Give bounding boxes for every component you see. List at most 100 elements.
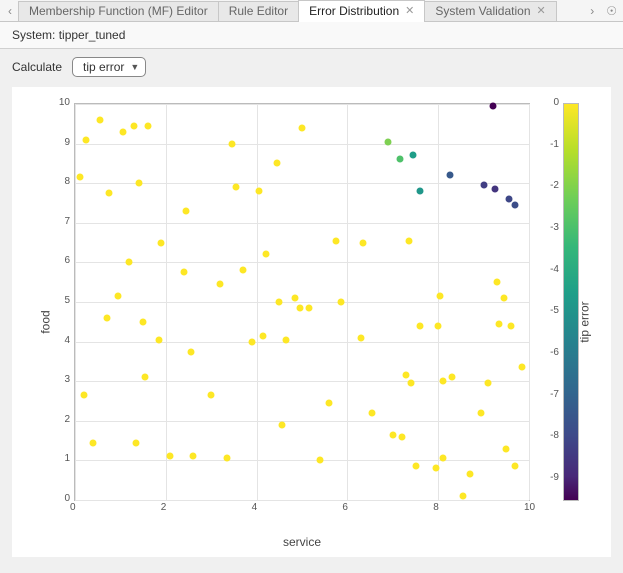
- data-point: [389, 431, 396, 438]
- data-point: [260, 332, 267, 339]
- tab-system-validation[interactable]: System Validation ✕: [424, 1, 556, 21]
- data-point: [496, 320, 503, 327]
- tab-mf-editor[interactable]: Membership Function (MF) Editor: [18, 1, 219, 21]
- data-point: [283, 336, 290, 343]
- colorbar: [563, 103, 579, 501]
- colorbar-label: tip error: [577, 301, 591, 342]
- calculate-label: Calculate: [12, 60, 62, 74]
- data-point: [439, 378, 446, 385]
- data-point: [96, 116, 103, 123]
- data-point: [131, 122, 138, 129]
- data-point: [360, 239, 367, 246]
- y-tick: 10: [56, 97, 70, 108]
- tab-rule-editor[interactable]: Rule Editor: [218, 1, 299, 21]
- data-point: [255, 188, 262, 195]
- data-point: [119, 128, 126, 135]
- data-point: [326, 399, 333, 406]
- y-tick: 5: [56, 295, 70, 306]
- data-point: [417, 188, 424, 195]
- y-tick: 8: [56, 176, 70, 187]
- data-point: [187, 348, 194, 355]
- data-point: [299, 124, 306, 131]
- data-point: [480, 182, 487, 189]
- data-point: [106, 190, 113, 197]
- tab-scroll-left-icon[interactable]: ‹: [2, 4, 18, 18]
- data-point: [448, 374, 455, 381]
- tab-label: System Validation: [435, 1, 530, 21]
- data-point: [446, 172, 453, 179]
- tab-error-distribution[interactable]: Error Distribution ✕: [298, 0, 425, 22]
- y-tick: 1: [56, 453, 70, 464]
- data-point: [292, 295, 299, 302]
- system-prefix: System:: [12, 28, 55, 42]
- y-tick: 4: [56, 335, 70, 346]
- data-point: [190, 453, 197, 460]
- colorbar-tick: -8: [550, 430, 559, 441]
- data-point: [460, 493, 467, 500]
- data-point: [317, 457, 324, 464]
- chart-panel: food service tip error 02468100123456789…: [12, 87, 611, 557]
- data-point: [439, 455, 446, 462]
- data-point: [76, 174, 83, 181]
- x-tick: 0: [70, 502, 76, 513]
- data-point: [412, 463, 419, 470]
- x-tick: 4: [252, 502, 258, 513]
- controls-row: Calculate tip error ▼: [0, 49, 623, 87]
- data-point: [278, 421, 285, 428]
- y-tick: 7: [56, 216, 70, 227]
- data-point: [217, 281, 224, 288]
- data-point: [90, 439, 97, 446]
- tab-bar: ‹ Membership Function (MF) Editor Rule E…: [0, 0, 623, 22]
- data-point: [503, 445, 510, 452]
- system-name: tipper_tuned: [59, 28, 126, 42]
- y-tick: 3: [56, 374, 70, 385]
- close-icon[interactable]: ✕: [537, 1, 546, 21]
- data-point: [417, 322, 424, 329]
- tab-label: Rule Editor: [229, 1, 288, 21]
- close-icon[interactable]: ✕: [405, 1, 414, 21]
- data-point: [478, 409, 485, 416]
- colorbar-tick: -1: [550, 139, 559, 150]
- data-point: [512, 201, 519, 208]
- calculate-select[interactable]: tip error ▼: [72, 57, 146, 77]
- tab-menu-icon[interactable]: ☉: [606, 4, 617, 18]
- select-value: tip error: [83, 60, 124, 74]
- y-tick: 0: [56, 493, 70, 504]
- data-point: [489, 102, 496, 109]
- data-point: [144, 122, 151, 129]
- data-point: [239, 267, 246, 274]
- colorbar-tick: -5: [550, 305, 559, 316]
- tab-scroll-right-icon[interactable]: ›: [584, 4, 600, 18]
- data-point: [337, 299, 344, 306]
- tab-label: Membership Function (MF) Editor: [29, 1, 208, 21]
- data-point: [494, 279, 501, 286]
- data-point: [133, 439, 140, 446]
- data-point: [158, 239, 165, 246]
- data-point: [262, 251, 269, 258]
- data-point: [249, 338, 256, 345]
- x-tick: 2: [161, 502, 167, 513]
- data-point: [466, 471, 473, 478]
- data-point: [167, 453, 174, 460]
- data-point: [103, 314, 110, 321]
- data-point: [135, 180, 142, 187]
- data-point: [519, 364, 526, 371]
- data-point: [126, 259, 133, 266]
- data-point: [512, 463, 519, 470]
- data-point: [140, 318, 147, 325]
- colorbar-tick: -6: [550, 347, 559, 358]
- data-point: [507, 322, 514, 329]
- data-point: [501, 295, 508, 302]
- data-point: [435, 322, 442, 329]
- data-point: [405, 237, 412, 244]
- scatter-plot[interactable]: [74, 103, 530, 501]
- data-point: [180, 269, 187, 276]
- data-point: [183, 207, 190, 214]
- data-point: [403, 372, 410, 379]
- data-point: [81, 392, 88, 399]
- data-point: [369, 409, 376, 416]
- data-point: [396, 156, 403, 163]
- data-point: [407, 380, 414, 387]
- data-point: [358, 334, 365, 341]
- data-point: [305, 304, 312, 311]
